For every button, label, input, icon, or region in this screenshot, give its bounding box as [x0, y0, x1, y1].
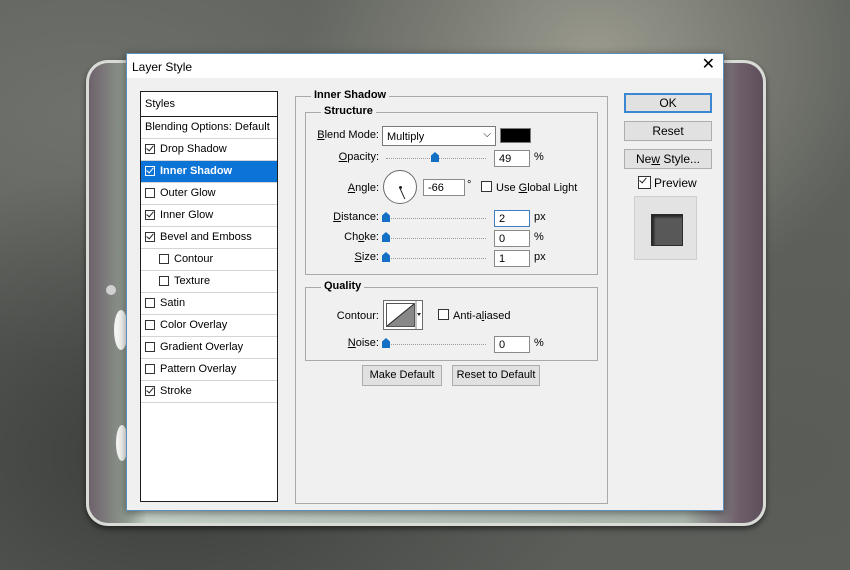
dialog-title: Layer Style: [132, 60, 193, 74]
style-list-item[interactable]: Drop Shadow: [141, 139, 277, 161]
size-label: Size:: [354, 251, 379, 263]
style-list-item[interactable]: Outer Glow: [141, 183, 277, 205]
blend-mode-label: Blend Mode:: [317, 129, 379, 141]
opacity-label: Opacity:: [338, 151, 379, 163]
style-list-item[interactable]: Blending Options: Default: [141, 117, 277, 139]
reset-button[interactable]: Reset: [624, 121, 712, 141]
choke-input[interactable]: 0: [494, 230, 530, 247]
style-list-item[interactable]: Bevel and Emboss: [141, 227, 277, 249]
size-unit: px: [534, 251, 546, 263]
style-checkbox[interactable]: [145, 386, 155, 396]
style-list-item[interactable]: Pattern Overlay: [141, 359, 277, 381]
quality-title: Quality: [321, 280, 365, 292]
angle-center-dot: [399, 186, 402, 189]
opacity-input[interactable]: 49: [494, 150, 530, 167]
shadow-color-swatch[interactable]: [500, 128, 531, 143]
style-item-label: Contour: [174, 253, 214, 265]
size-slider-track[interactable]: [386, 258, 486, 260]
noise-unit: %: [534, 337, 544, 349]
style-checkbox[interactable]: [145, 342, 155, 352]
style-checkbox[interactable]: [159, 254, 169, 264]
distance-slider-track[interactable]: [386, 218, 486, 220]
style-checkbox[interactable]: [145, 144, 155, 154]
style-item-label: Inner Shadow: [160, 165, 233, 177]
inner-shadow-title: Inner Shadow: [311, 89, 390, 101]
angle-unit: °: [467, 179, 472, 191]
style-checkbox[interactable]: [145, 188, 155, 198]
styles-header[interactable]: Styles: [140, 91, 278, 117]
noise-input[interactable]: 0: [494, 336, 530, 353]
use-global-light-label: Use Global Light: [496, 182, 578, 194]
style-item-label: Inner Glow: [160, 209, 214, 221]
style-checkbox[interactable]: [145, 232, 155, 242]
style-checkbox[interactable]: [145, 210, 155, 220]
noise-slider-track[interactable]: [386, 344, 486, 346]
background-speck: [106, 285, 116, 295]
anti-aliased-label: Anti-aliased: [453, 310, 511, 322]
choke-unit: %: [534, 231, 544, 243]
contour-preview-icon: [386, 301, 421, 329]
style-list-item[interactable]: Texture: [141, 271, 277, 293]
style-checkbox[interactable]: [145, 166, 155, 176]
angle-label: Angle:: [347, 182, 379, 194]
style-list-item[interactable]: Satin: [141, 293, 277, 315]
distance-unit: px: [534, 211, 546, 223]
contour-picker[interactable]: [383, 300, 423, 330]
style-item-label: Drop Shadow: [160, 143, 227, 155]
preview-swatch: [651, 214, 683, 246]
style-checkbox[interactable]: [159, 276, 169, 286]
ok-button[interactable]: OK: [624, 93, 712, 113]
blend-mode-value: Multiply: [387, 131, 425, 143]
distance-label: Distance:: [333, 211, 379, 223]
choke-label: Choke:: [344, 231, 379, 243]
style-item-label: Blending Options: Default: [145, 121, 270, 133]
style-item-label: Outer Glow: [160, 187, 216, 199]
use-global-light-checkbox[interactable]: [481, 181, 492, 192]
title-bar[interactable]: Layer Style ✕: [127, 54, 723, 78]
angle-dial[interactable]: [383, 170, 417, 204]
new-style-button[interactable]: New Style...: [624, 149, 712, 169]
preview-area: [634, 196, 697, 260]
style-item-label: Gradient Overlay: [160, 341, 244, 353]
make-default-button[interactable]: Make Default: [362, 365, 442, 386]
reset-to-default-button[interactable]: Reset to Default: [452, 365, 540, 386]
preview-label: Preview: [654, 176, 697, 190]
style-checkbox[interactable]: [145, 364, 155, 374]
style-item-label: Color Overlay: [160, 319, 228, 331]
choke-slider-track[interactable]: [386, 238, 486, 240]
style-item-label: Stroke: [160, 385, 192, 397]
style-list-item[interactable]: Inner Glow: [141, 205, 277, 227]
style-item-label: Texture: [174, 275, 211, 287]
angle-input[interactable]: -66: [423, 179, 465, 196]
style-item-label: Satin: [160, 297, 186, 309]
structure-title: Structure: [321, 105, 376, 117]
style-list-item[interactable]: Contour: [141, 249, 277, 271]
style-list-item[interactable]: Stroke: [141, 381, 277, 403]
style-item-label: Bevel and Emboss: [160, 231, 252, 243]
blend-mode-dropdown[interactable]: Multiply ⌵: [382, 126, 496, 146]
style-list-item[interactable]: Inner Shadow: [141, 161, 277, 183]
styles-header-label: Styles: [145, 98, 175, 110]
distance-input[interactable]: 2: [494, 210, 530, 227]
layer-style-dialog: Layer Style ✕ Styles Inner Shadow Struct…: [126, 53, 724, 511]
anti-aliased-checkbox[interactable]: [438, 309, 449, 320]
style-list-item[interactable]: Gradient Overlay: [141, 337, 277, 359]
close-icon[interactable]: ✕: [702, 57, 715, 73]
noise-label: Noise:: [347, 337, 379, 349]
opacity-unit: %: [534, 151, 544, 163]
chevron-down-icon: ⌵: [483, 129, 491, 140]
style-checkbox[interactable]: [145, 320, 155, 330]
preview-checkbox[interactable]: [638, 176, 651, 189]
contour-label: Contour:: [336, 310, 379, 322]
size-input[interactable]: 1: [494, 250, 530, 267]
quality-group: [305, 287, 598, 361]
style-item-label: Pattern Overlay: [160, 363, 237, 375]
style-list-item[interactable]: Color Overlay: [141, 315, 277, 337]
style-checkbox[interactable]: [145, 298, 155, 308]
